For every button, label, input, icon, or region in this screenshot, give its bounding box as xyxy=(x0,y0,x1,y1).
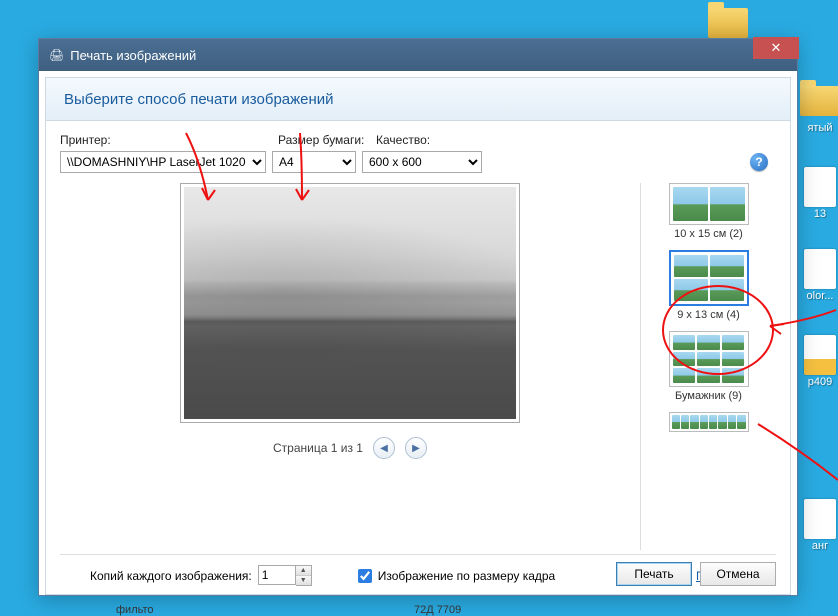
copies-spinner[interactable]: ▲ ▼ xyxy=(258,565,312,586)
printer-select[interactable]: \\DOMASHNIY\HP LaserJet 1020 xyxy=(60,151,266,173)
spinner-down-button[interactable]: ▼ xyxy=(296,576,311,586)
layout-option[interactable]: 10 x 15 см (2) xyxy=(659,183,759,244)
subheader-text: Выберите способ печати изображений xyxy=(64,91,334,108)
copies-input[interactable] xyxy=(258,565,296,585)
quality-label: Качество: xyxy=(376,133,430,147)
layout-label: 10 x 15 см (2) xyxy=(659,228,759,240)
paper-size-select[interactable]: A4 xyxy=(272,151,356,173)
window-title: Печать изображений xyxy=(70,48,196,63)
preview-image xyxy=(184,187,516,419)
printer-icon: 🖨 xyxy=(49,48,64,62)
preview-column: Страница 1 из 1 ◀ ▶ xyxy=(60,183,640,550)
next-page-button[interactable]: ▶ xyxy=(405,437,427,459)
preview-page xyxy=(180,183,520,423)
header-banner: Выберите способ печати изображений xyxy=(45,77,791,121)
pager: Страница 1 из 1 ◀ ▶ xyxy=(60,437,640,459)
desktop-folder-2[interactable]: ятый xyxy=(792,82,838,134)
layout-thumbnail xyxy=(669,412,749,432)
prev-page-button[interactable]: ◀ xyxy=(373,437,395,459)
stray-text-b: 72Д 7709 xyxy=(414,604,461,616)
spinner-up-button[interactable]: ▲ xyxy=(296,566,311,576)
field-labels-row: Принтер: Размер бумаги: Качество: xyxy=(60,133,776,147)
paper-size-label: Размер бумаги: xyxy=(278,133,376,147)
desktop-label: p409 xyxy=(808,376,832,388)
layouts-list[interactable]: 10 x 15 см (2) 9 x 13 см (4) Бумажник (9) xyxy=(640,183,776,550)
desktop-file-4[interactable]: анг xyxy=(792,500,838,552)
dialog-body: Принтер: Размер бумаги: Качество: \\DOMA… xyxy=(45,121,791,595)
help-icon[interactable]: ? xyxy=(750,153,768,171)
layout-thumbnail xyxy=(669,183,749,225)
layout-option[interactable]: Бумажник (9) xyxy=(659,331,759,406)
chevron-right-icon: ▶ xyxy=(412,443,420,454)
desktop-label: анг xyxy=(812,540,828,552)
layout-option[interactable] xyxy=(659,412,759,439)
stray-text-a: фильто xyxy=(116,604,154,616)
layout-thumbnail xyxy=(669,250,749,306)
dialog-footer: Печать Отмена xyxy=(616,562,776,586)
copies-label: Копий каждого изображения: xyxy=(90,569,252,583)
close-button[interactable]: ✕ xyxy=(753,37,799,59)
layout-option[interactable]: 9 x 13 см (4) xyxy=(659,250,759,325)
pager-text: Страница 1 из 1 xyxy=(273,441,363,455)
desktop-label: 13 xyxy=(814,208,826,220)
desktop-file-1[interactable]: 13 xyxy=(792,168,838,220)
fit-to-frame-label: Изображение по размеру кадра xyxy=(378,569,555,583)
printer-label: Принтер: xyxy=(60,133,278,147)
print-pictures-window: ✕ 🖨 Печать изображений Выберите способ п… xyxy=(38,38,798,596)
print-button[interactable]: Печать xyxy=(616,562,692,586)
layout-label: Бумажник (9) xyxy=(659,390,759,402)
desktop-label: olor... xyxy=(807,290,834,302)
desktop-file-2[interactable]: olor... xyxy=(792,250,838,302)
chevron-left-icon: ◀ xyxy=(380,443,388,454)
titlebar: 🖨 Печать изображений xyxy=(39,39,797,71)
cancel-button[interactable]: Отмена xyxy=(700,562,776,586)
quality-select[interactable]: 600 x 600 xyxy=(362,151,482,173)
fit-to-frame-checkbox[interactable] xyxy=(358,569,372,583)
desktop-file-3[interactable]: p409 xyxy=(792,336,838,388)
layout-thumbnail xyxy=(669,331,749,387)
desktop-label: ятый xyxy=(807,122,832,134)
close-icon: ✕ xyxy=(771,40,782,56)
layout-label: 9 x 13 см (4) xyxy=(659,309,759,321)
field-selects-row: \\DOMASHNIY\HP LaserJet 1020 A4 600 x 60… xyxy=(60,151,776,173)
